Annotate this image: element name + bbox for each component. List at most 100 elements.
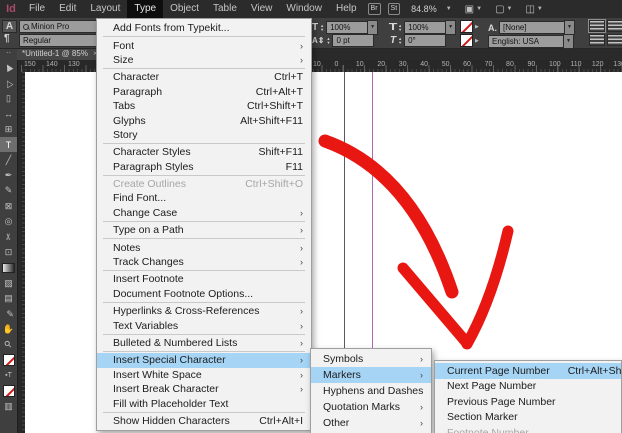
character-style-control[interactable]: A. [None] ▼ [488, 20, 575, 35]
menu-item-hyphens-and-dashes[interactable]: Hyphens and Dashes› [311, 383, 436, 399]
bridge-button[interactable]: Br [367, 3, 381, 15]
screen-mode-button[interactable]: ▥ [0, 399, 17, 414]
menubar-item-file[interactable]: File [22, 0, 52, 18]
screen-mode-icon[interactable]: ▢ ▼ [495, 4, 512, 15]
menu-item-track-changes[interactable]: Track Changes › [97, 255, 311, 269]
document-tab[interactable]: *Untitled-1 @ 85% × [17, 48, 103, 60]
skew-control[interactable]: T ▲ ▼ 0° [390, 34, 447, 47]
menu-item-other[interactable]: Other › [311, 415, 431, 431]
baseline-shift-control[interactable]: A⇕ ▲ ▼ 0 pt [312, 34, 375, 47]
stroke-indicator[interactable]: ▶ [460, 34, 479, 47]
horizontal-scale-control[interactable]: T ▲ ▼ 100% ▼ [389, 20, 457, 35]
menu-item-tabs[interactable]: Tabs Ctrl+Shift+T [97, 99, 311, 113]
type-tool[interactable]: T [0, 136, 17, 153]
stepper-icon[interactable]: ▲ ▼ [398, 23, 402, 32]
menu-item-markers[interactable]: Markers › [311, 367, 431, 383]
menu-item-quotation-marks[interactable]: Quotation Marks › [311, 399, 431, 415]
menu-item-notes[interactable]: Notes › [97, 240, 311, 254]
menu-item-font[interactable]: Font › [97, 38, 311, 52]
menu-item-change-case[interactable]: Change Case › [97, 206, 311, 220]
menu-item-add-fonts-from-typekit[interactable]: Add Fonts from Typekit... [97, 21, 311, 35]
character-formatting-icon[interactable]: A [2, 20, 17, 33]
menu-item-character[interactable]: Character Ctrl+T [97, 70, 311, 84]
menubar-item-window[interactable]: Window [279, 0, 329, 18]
menu-item-show-hidden-characters[interactable]: Show Hidden Characters Ctrl+Alt+I [97, 414, 311, 428]
menu-item-size[interactable]: Size › [97, 53, 311, 67]
menu-item-glyphs[interactable]: Glyphs Alt+Shift+F11 [97, 113, 311, 127]
line-tool[interactable]: ╱ [0, 152, 17, 167]
note-tool[interactable]: ▤ [0, 291, 17, 306]
menu-item-footnote-number[interactable]: Footnote Number [435, 425, 621, 433]
menu-item-fill-with-placeholder-text[interactable]: Fill with Placeholder Text [97, 396, 311, 410]
gap-tool[interactable]: ↔ [0, 106, 17, 121]
menu-item-text-variables[interactable]: Text Variables › [97, 318, 311, 332]
align-left-icon[interactable] [588, 19, 606, 33]
menu-item-paragraph[interactable]: Paragraph Ctrl+Alt+T [97, 85, 311, 99]
zoom-tool[interactable]: ⚲ [0, 337, 17, 352]
tools-panel-header[interactable]: ·· [0, 48, 17, 60]
direct-selection-tool[interactable]: ▷ [0, 75, 17, 90]
pencil-tool[interactable]: ✎ [0, 183, 17, 198]
menu-item-insert-special-character[interactable]: Insert Special Character › [97, 353, 311, 368]
view-options-icon[interactable]: ▣ ▼ [465, 4, 482, 15]
dropdown-button[interactable]: ▼ [445, 20, 457, 35]
menubar-item-type[interactable]: Type [127, 0, 164, 18]
none-stroke-swatch[interactable] [460, 34, 473, 47]
menubar-item-help[interactable]: Help [329, 0, 364, 18]
menu-item-hyperlinks-cross-references[interactable]: Hyperlinks & Cross-References › [97, 304, 311, 318]
stepper-icon[interactable]: ▲ ▼ [320, 23, 324, 32]
vertical-scale-control[interactable]: T ▲ ▼ 100% ▼ [312, 20, 379, 35]
menu-item-character-styles[interactable]: Character Styles Shift+F11 [97, 145, 311, 159]
menu-item-find-font[interactable]: Find Font... [97, 191, 311, 205]
menu-item-type-on-a-path[interactable]: Type on a Path › [97, 223, 311, 237]
zoom-caret-icon[interactable]: ▼ [446, 6, 452, 12]
formatting-toggles[interactable]: ▪T [0, 368, 17, 383]
paragraph-formatting-icon[interactable]: ¶ [4, 33, 10, 44]
menu-item-current-page-number[interactable]: Current Page NumberCtrl+Alt+Shift+N [435, 363, 622, 379]
page-tool[interactable]: ▯ [0, 91, 17, 106]
vertical-ruler[interactable] [17, 72, 25, 433]
swatch-caret-icon[interactable]: ▶ [475, 38, 479, 44]
menubar-item-edit[interactable]: Edit [52, 0, 83, 18]
menu-item-next-page-number[interactable]: Next Page Number [435, 379, 621, 395]
free-transform-tool[interactable]: ⊡ [0, 245, 17, 260]
menu-item-symbols[interactable]: Symbols › [311, 351, 431, 367]
menu-item-insert-footnote[interactable]: Insert Footnote [97, 272, 311, 286]
align-right-icon[interactable] [589, 34, 605, 46]
dropdown-button[interactable]: ▼ [563, 34, 574, 49]
menu-item-insert-white-space[interactable]: Insert White Space › [97, 368, 311, 382]
font-style-field[interactable]: Regular [19, 34, 97, 47]
language-control[interactable]: English: USA ▼ [488, 34, 574, 49]
menu-item-insert-break-character[interactable]: Insert Break Character › [97, 382, 311, 396]
scissors-tool[interactable]: ✂ [0, 229, 17, 244]
pen-tool[interactable]: ✒ [0, 168, 17, 183]
menu-item-document-footnote-options[interactable]: Document Footnote Options... [97, 287, 311, 301]
selection-tool[interactable]: ▶ [0, 60, 17, 75]
ellipse-tool[interactable]: ◎ [0, 214, 17, 229]
menu-item-story[interactable]: Story [97, 128, 311, 142]
menubar-item-object[interactable]: Object [163, 0, 206, 18]
align-center-icon[interactable] [607, 20, 622, 32]
apply-color-swatch[interactable] [0, 383, 17, 398]
font-search-input[interactable]: Minion Pro [19, 20, 97, 33]
none-fill-swatch[interactable] [460, 20, 473, 33]
menubar-item-view[interactable]: View [244, 0, 280, 18]
stepper-icon[interactable]: ▲ ▼ [398, 36, 402, 45]
gradient-swatch-tool[interactable] [0, 260, 17, 275]
hand-tool[interactable]: ✋ [0, 322, 17, 337]
menu-item-section-marker[interactable]: Section Marker [435, 410, 621, 426]
swatch-caret-icon[interactable]: ▶ [475, 24, 479, 30]
zoom-level[interactable]: 84.8% [411, 4, 437, 14]
dropdown-button[interactable]: ▼ [367, 20, 379, 35]
gradient-feather-tool[interactable]: ▨ [0, 275, 17, 290]
menu-item-bulleted-numbered-lists[interactable]: Bulleted & Numbered Lists › [97, 336, 311, 350]
menubar-item-layout[interactable]: Layout [83, 0, 127, 18]
content-collector-tool[interactable]: ⊞ [0, 122, 17, 137]
fill-stroke-swatch[interactable] [0, 352, 17, 367]
stock-button[interactable]: St [387, 3, 401, 15]
dropdown-button[interactable]: ▼ [564, 20, 575, 35]
menu-item-previous-page-number[interactable]: Previous Page Number [435, 394, 621, 410]
stepper-icon[interactable]: ▲ ▼ [326, 36, 330, 45]
menu-item-paragraph-styles[interactable]: Paragraph Styles F11 [97, 160, 311, 174]
arrange-documents-icon[interactable]: ◫ ▼ [525, 4, 542, 15]
